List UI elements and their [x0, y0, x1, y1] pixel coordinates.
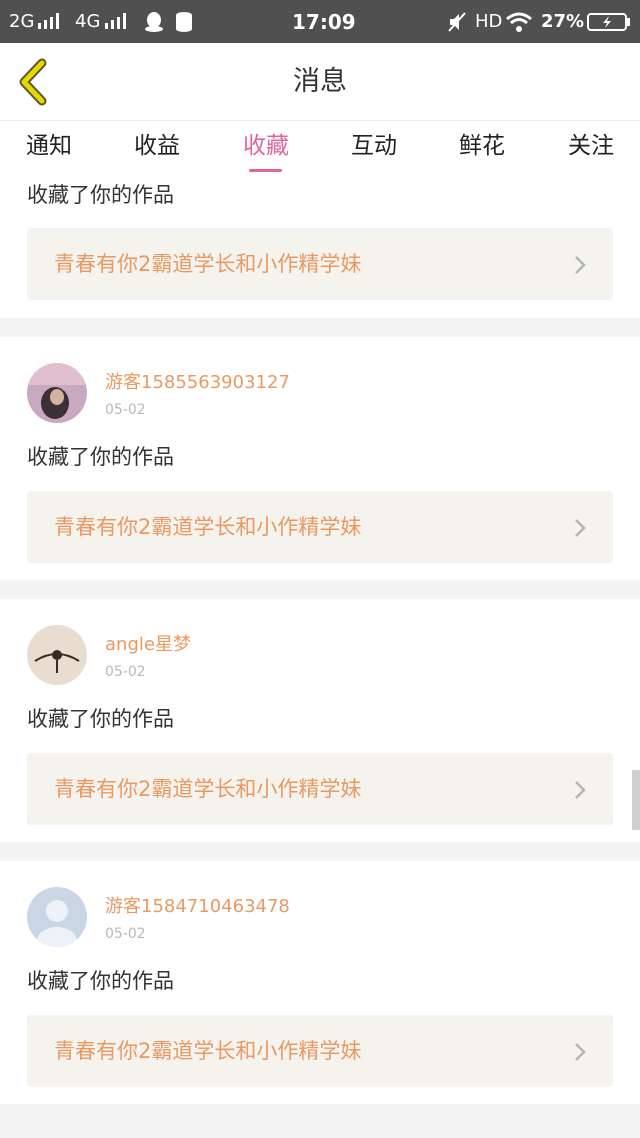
- chevron-right-icon: [575, 1043, 586, 1061]
- avatar-photo-icon: [27, 625, 87, 685]
- tab-flowers[interactable]: 鲜花: [437, 130, 527, 162]
- clock: 17:09: [292, 10, 356, 34]
- work-title: 青春有你2霸道学长和小作精学妹: [54, 252, 362, 276]
- mute-icon: [448, 12, 466, 32]
- tab-interactions[interactable]: 互动: [329, 130, 419, 162]
- list-item: 收藏了你的作品 青春有你2霸道学长和小作精学妹: [0, 176, 640, 318]
- signal-4g-label: 4G: [75, 11, 101, 32]
- date: 05-02: [105, 664, 146, 680]
- work-link[interactable]: 青春有你2霸道学长和小作精学妹: [27, 1015, 613, 1087]
- signal-2g-label: 2G: [9, 11, 35, 32]
- action-text: 收藏了你的作品: [27, 969, 174, 993]
- action-text: 收藏了你的作品: [27, 707, 174, 731]
- work-link[interactable]: 青春有你2霸道学长和小作精学妹: [27, 491, 613, 563]
- active-tab-indicator: [249, 169, 282, 172]
- action-text: 收藏了你的作品: [27, 183, 174, 207]
- hd-label: HD: [475, 11, 503, 32]
- avatar[interactable]: [27, 887, 87, 947]
- list-item: angle星梦 05-02 收藏了你的作品 青春有你2霸道学长和小作精学妹: [0, 599, 640, 842]
- battery-icon: [587, 13, 630, 31]
- work-link[interactable]: 青春有你2霸道学长和小作精学妹: [27, 753, 613, 825]
- list-item: 游客1585563903127 05-02 收藏了你的作品 青春有你2霸道学长和…: [0, 337, 640, 580]
- tab-earnings[interactable]: 收益: [112, 130, 202, 162]
- page-title: 消息: [293, 66, 347, 97]
- chevron-right-icon: [575, 519, 586, 537]
- username[interactable]: angle星梦: [105, 633, 191, 657]
- tab-following[interactable]: 关注: [546, 130, 636, 162]
- status-bar: 2G 4G 17:09 HD 27%: [0, 0, 640, 43]
- nav-header: 消息: [0, 43, 640, 121]
- wifi-icon: [506, 12, 532, 32]
- qq-icon: [145, 12, 163, 32]
- avatar-photo-icon: [27, 363, 87, 423]
- avatar[interactable]: [27, 625, 87, 685]
- avatar[interactable]: [27, 363, 87, 423]
- work-title: 青春有你2霸道学长和小作精学妹: [54, 777, 362, 801]
- tab-favorites[interactable]: 收藏: [221, 130, 311, 162]
- signal-bars-icon: [103, 13, 129, 29]
- tab-bar: 通知 收益 收藏 互动 鲜花 关注: [0, 121, 640, 176]
- username[interactable]: 游客1584710463478: [105, 895, 290, 919]
- work-title: 青春有你2霸道学长和小作精学妹: [54, 515, 362, 539]
- date: 05-02: [105, 402, 146, 418]
- chevron-right-icon: [575, 256, 586, 274]
- default-avatar-icon: [27, 887, 87, 947]
- signal-bars-icon: [36, 13, 62, 29]
- username[interactable]: 游客1585563903127: [105, 371, 290, 395]
- chevron-right-icon: [575, 781, 586, 799]
- date: 05-02: [105, 926, 146, 942]
- storage-icon: [176, 12, 192, 32]
- tab-notifications[interactable]: 通知: [4, 130, 94, 162]
- list-item: 游客1584710463478 05-02 收藏了你的作品 青春有你2霸道学长和…: [0, 861, 640, 1104]
- work-link[interactable]: 青春有你2霸道学长和小作精学妹: [27, 228, 613, 300]
- action-text: 收藏了你的作品: [27, 445, 174, 469]
- scrollbar[interactable]: [632, 770, 640, 830]
- work-title: 青春有你2霸道学长和小作精学妹: [54, 1039, 362, 1063]
- battery-percent: 27%: [541, 11, 585, 32]
